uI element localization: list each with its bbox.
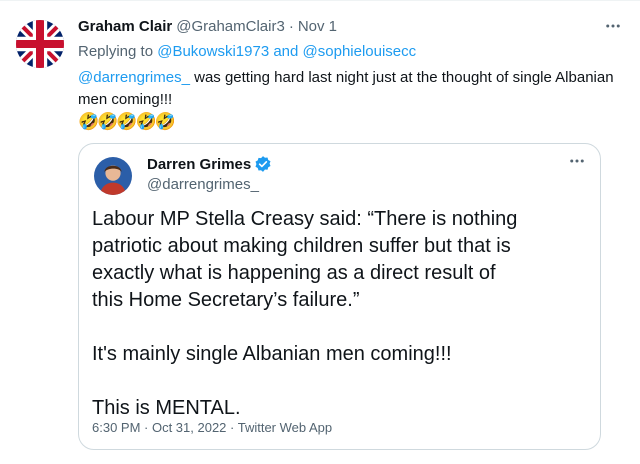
tweet-date[interactable]: Nov 1 (298, 18, 337, 35)
union-jack-flag-icon (16, 20, 64, 68)
quoted-paragraph: It's mainly single Albanian men coming!!… (92, 343, 452, 365)
quoted-author-name-text: Darren Grimes (147, 155, 252, 173)
emoji-row: 🤣🤣🤣🤣🤣 (78, 112, 176, 131)
author-name[interactable]: Graham Clair (78, 18, 172, 35)
replying-to: Replying to @Bukowski1973 and @sophielou… (78, 43, 416, 60)
tweet-header: Graham Clair @GrahamClair3 · Nov 1 (78, 18, 337, 38)
author-handle[interactable]: @GrahamClair3 (176, 18, 285, 35)
tweet-text: @darrengrimes_ was getting hard last nig… (78, 67, 618, 111)
quoted-author-handle[interactable]: @darrengrimes_ (147, 176, 259, 193)
person-avatar-icon (94, 157, 132, 195)
separator-dot: · (288, 18, 294, 35)
quoted-paragraph: Labour MP Stella Creasy said: “There is … (92, 208, 518, 311)
more-options-icon[interactable] (602, 15, 624, 37)
quoted-more-options-icon[interactable] (566, 150, 588, 172)
quoted-avatar[interactable] (94, 157, 132, 195)
quoted-tweet[interactable]: Darren Grimes @darrengrimes_ Labour MP S… (78, 143, 601, 450)
mention-link[interactable]: @darrengrimes_ (78, 69, 190, 86)
replying-prefix: Replying to (78, 43, 158, 60)
verified-badge-icon (254, 155, 272, 173)
quoted-tweet-text: Labour MP Stella Creasy said: “There is … (92, 206, 532, 422)
quoted-author-name[interactable]: Darren Grimes (147, 155, 272, 173)
quoted-paragraph: This is MENTAL. (92, 397, 241, 419)
quoted-timestamp[interactable]: 6:30 PM · Oct 31, 2022 · Twitter Web App (92, 420, 332, 435)
avatar[interactable] (16, 20, 64, 68)
replying-to-link[interactable]: @Bukowski1973 and @sophielouisecc (157, 43, 416, 60)
tweet-card[interactable]: Graham Clair @GrahamClair3 · Nov 1 Reply… (0, 0, 640, 464)
